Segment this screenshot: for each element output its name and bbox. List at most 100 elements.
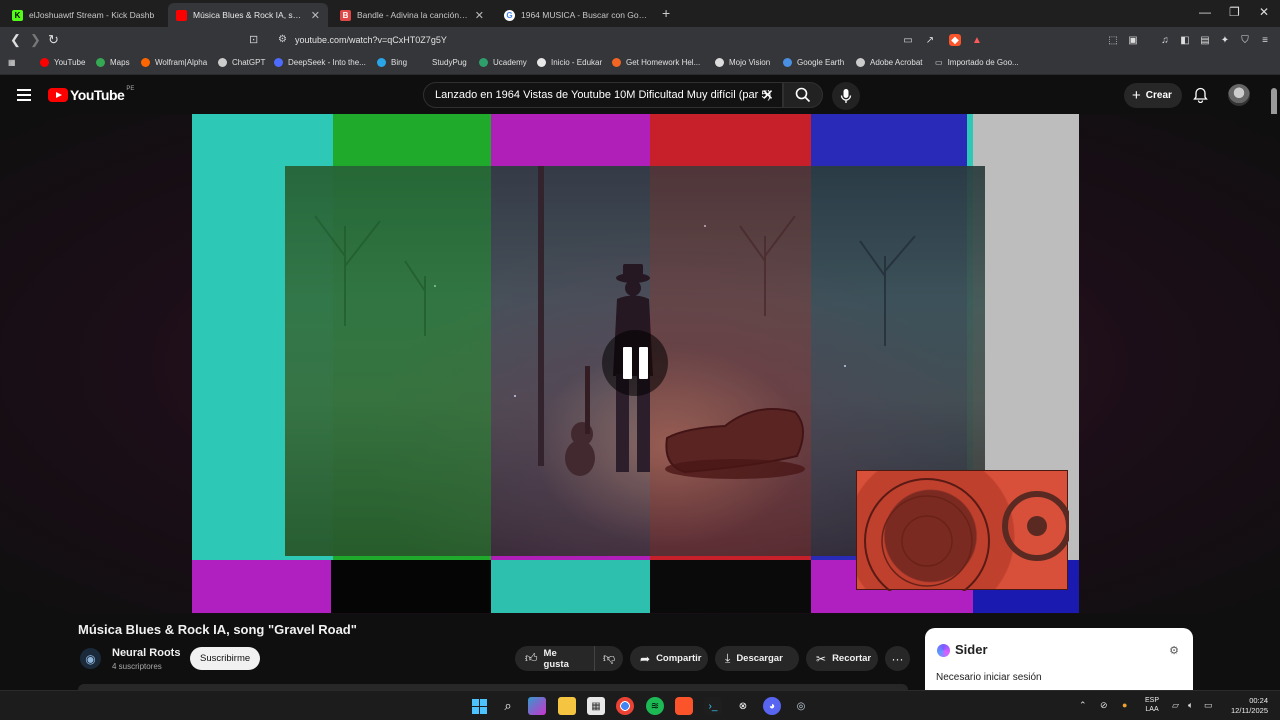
- bookmark-homework[interactable]: Get Homework Hel...: [612, 58, 700, 67]
- close-tab-icon[interactable]: ✕: [475, 9, 484, 22]
- bookmark-favicon: [274, 58, 283, 67]
- close-tab-icon[interactable]: ✕: [311, 9, 320, 22]
- steam-icon[interactable]: ◎: [792, 697, 810, 715]
- tab-label: elJoshuawtf Stream - Kick Dashb: [29, 10, 155, 20]
- maximize-icon[interactable]: ❐: [1229, 5, 1240, 19]
- leo-icon[interactable]: ✦: [1219, 34, 1231, 46]
- brave-rewards-icon[interactable]: ▲: [971, 34, 983, 46]
- input-language[interactable]: ESP LAA: [1145, 696, 1159, 714]
- bookmark-acrobat[interactable]: Adobe Acrobat: [856, 58, 922, 67]
- bookmark-favicon: [715, 58, 724, 67]
- youtube-logo[interactable]: YouTube PE: [48, 86, 134, 103]
- wifi-icon[interactable]: ▱: [1172, 700, 1179, 711]
- url-text[interactable]: youtube.com/watch?v=qCxHT0Z7g5Y: [295, 35, 447, 45]
- channel-name[interactable]: Neural Roots: [112, 647, 180, 659]
- brave-shield-icon[interactable]: ◆: [949, 34, 961, 46]
- tab-bandle[interactable]: B Bandle - Adivina la canción, un ✕: [332, 3, 492, 27]
- bookmark-bing[interactable]: Bing: [377, 58, 407, 67]
- bookmark-folder-imported[interactable]: ▭ Importado de Goo...: [935, 58, 1019, 67]
- voice-search-button[interactable]: [832, 82, 860, 110]
- create-button[interactable]: + Crear: [1124, 83, 1182, 108]
- store-icon[interactable]: ▦: [587, 697, 605, 715]
- subscribe-button[interactable]: Suscribirme: [190, 647, 261, 670]
- bookmark-earth[interactable]: Google Earth: [783, 58, 844, 67]
- bookmark-label: ChatGPT: [232, 58, 266, 67]
- pause-button[interactable]: [602, 330, 668, 396]
- bookmark-favicon: [96, 58, 105, 67]
- xbox-icon[interactable]: ⊗: [734, 697, 752, 715]
- download-button[interactable]: ⤓ Descargar: [715, 646, 799, 671]
- share-icon[interactable]: ↗: [924, 34, 936, 46]
- clip-button[interactable]: ✂ Recortar: [806, 646, 878, 671]
- new-tab-button[interactable]: +: [662, 5, 670, 21]
- bookmark-maps[interactable]: Maps: [96, 58, 130, 67]
- file-explorer-icon[interactable]: [558, 697, 576, 715]
- dislike-button[interactable]: 👎︎: [594, 646, 623, 671]
- bookmarks-bar: ▦ YouTube Maps Wolfram|Alpha ChatGPT Dee…: [0, 53, 1280, 75]
- bookmark-label: Google Earth: [797, 58, 845, 67]
- bookmark-deepseek[interactable]: DeepSeek - Into the...: [274, 58, 366, 67]
- channel-avatar[interactable]: ◉: [80, 648, 101, 669]
- search-button[interactable]: [783, 82, 823, 108]
- sider-panel[interactable]: Sider ⚙ Necesario iniciar sesión: [925, 628, 1193, 698]
- volume-icon[interactable]: 🔈︎: [1188, 700, 1193, 711]
- bookmark-chatgpt[interactable]: ChatGPT: [218, 58, 265, 67]
- avatar[interactable]: [1228, 84, 1250, 106]
- video-player[interactable]: [192, 114, 1079, 613]
- bookmark-favicon: [141, 58, 150, 67]
- discord-icon[interactable]: ◕: [763, 697, 781, 715]
- apps-icon[interactable]: ▦: [8, 58, 16, 67]
- kick-icon: K: [12, 9, 23, 21]
- reload-icon[interactable]: ↻: [48, 32, 59, 48]
- bookmark-youtube[interactable]: YouTube: [40, 58, 85, 67]
- forward-icon[interactable]: ❯: [30, 32, 41, 48]
- bookmark-studypug[interactable]: StudyPug: [432, 58, 467, 67]
- share-button[interactable]: ➦ Compartir: [630, 646, 708, 671]
- system-clock[interactable]: 00:24 12/11/2025: [1222, 696, 1268, 716]
- clear-search-icon[interactable]: ✕: [761, 86, 774, 104]
- youtube-play-icon: [48, 88, 68, 102]
- chrome-icon[interactable]: [616, 697, 634, 715]
- search-query[interactable]: Lanzado en 1964 Vistas de Youtube 10M Di…: [435, 89, 771, 101]
- screenshot-icon[interactable]: ▣: [1127, 34, 1139, 46]
- search-icon[interactable]: ⌕: [499, 697, 517, 715]
- bookmark-edukar[interactable]: Inicio - Edukar: [537, 58, 602, 67]
- like-button[interactable]: 👍︎ Me gusta: [515, 646, 594, 671]
- more-actions-button[interactable]: ···: [885, 646, 910, 671]
- minimize-icon[interactable]: —: [1199, 5, 1211, 19]
- network-off-icon[interactable]: ⊘: [1100, 700, 1108, 711]
- terminal-icon[interactable]: ›_: [704, 697, 722, 715]
- bookmark-icon[interactable]: ⊡: [249, 33, 258, 46]
- wallet-icon[interactable]: ▤: [1199, 34, 1211, 46]
- windows-start-icon[interactable]: [470, 697, 488, 715]
- tab-kick[interactable]: K elJoshuawtf Stream - Kick Dashb: [4, 3, 166, 27]
- close-window-icon[interactable]: ✕: [1259, 5, 1269, 19]
- cast-icon[interactable]: ▭: [902, 34, 914, 46]
- tab-google[interactable]: G 1964 MUSICA - Buscar con Google: [496, 3, 658, 27]
- bookmark-wolfram[interactable]: Wolfram|Alpha: [141, 58, 207, 67]
- extension-icon[interactable]: ⬚: [1107, 34, 1119, 46]
- bookmark-ucademy[interactable]: Ucademy: [479, 58, 527, 67]
- bookmark-favicon: [612, 58, 621, 67]
- battery-icon[interactable]: ▭: [1204, 700, 1213, 711]
- microphone-icon[interactable]: ●: [1122, 700, 1127, 710]
- bookmark-mojo[interactable]: Mojo Vision: [715, 58, 770, 67]
- gear-icon[interactable]: ⚙: [1169, 644, 1179, 657]
- back-icon[interactable]: ❮: [10, 32, 21, 48]
- sider-login-message[interactable]: Necesario iniciar sesión: [936, 672, 1042, 683]
- brave-icon[interactable]: [675, 697, 693, 715]
- vinyl-reel-illustration: [864, 478, 1072, 604]
- tab-youtube[interactable]: Música Blues & Rock IA, song ✕: [168, 3, 328, 27]
- omnibox[interactable]: ⚙ youtube.com/watch?v=qCxHT0Z7g5Y: [270, 30, 976, 51]
- copilot-icon[interactable]: [528, 697, 546, 715]
- vpn-icon[interactable]: ⛉: [1239, 34, 1251, 46]
- music-icon[interactable]: ♫: [1159, 34, 1171, 46]
- show-hidden-icons[interactable]: ⌃: [1079, 700, 1087, 711]
- site-info-icon[interactable]: ⚙: [278, 34, 287, 45]
- sidebar-icon[interactable]: ◧: [1179, 34, 1191, 46]
- notifications-bell-icon[interactable]: [1193, 87, 1208, 103]
- menu-icon[interactable]: ≡: [1259, 34, 1271, 46]
- spotify-icon[interactable]: ≋: [646, 697, 664, 715]
- search-input[interactable]: Lanzado en 1964 Vistas de Youtube 10M Di…: [423, 82, 783, 108]
- menu-icon[interactable]: [17, 89, 31, 101]
